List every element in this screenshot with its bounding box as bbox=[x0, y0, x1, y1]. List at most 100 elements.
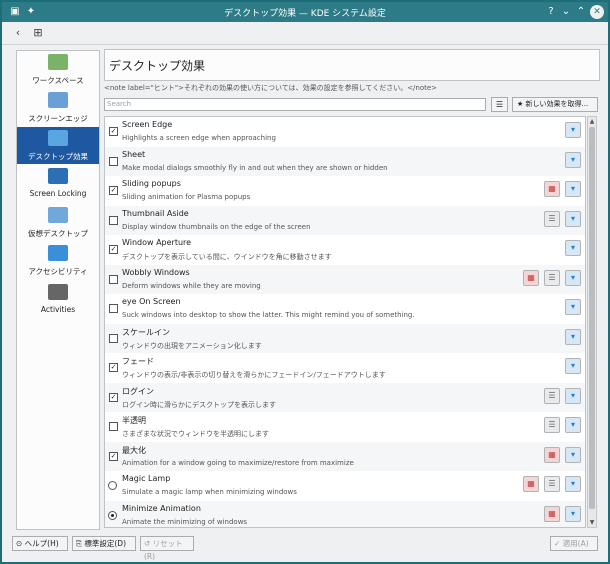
hint-note: <note label="ヒント">それぞれの効果の使い方については、効果の設定… bbox=[104, 84, 438, 92]
minimize-icon[interactable]: ⌄ bbox=[559, 5, 573, 19]
configure-icon[interactable]: ☰ bbox=[544, 269, 560, 286]
effect-checkbox[interactable] bbox=[109, 156, 118, 166]
about-icon[interactable]: ▾ bbox=[565, 358, 581, 374]
configure-icon[interactable]: ☰ bbox=[544, 210, 560, 227]
effect-checkbox[interactable] bbox=[109, 422, 118, 431]
effect-row: スケールインウィンドウの出現をアニメーション化します ▾ bbox=[105, 323, 585, 353]
settings-window: ▣ ✦ デスクトップ効果 — KDE システム設定 ? ⌄ ⌃ ✕ ‹ ⊞ ワー… bbox=[0, 0, 610, 564]
video-icon[interactable]: ▦ bbox=[544, 181, 560, 197]
effect-row: ✓ 最大化 Animation for a window going to maxi… bbox=[105, 441, 585, 471]
defaults-button[interactable]: ⎘ 標準設定(D) bbox=[72, 536, 136, 551]
sidebar-item[interactable]: ワークスペース bbox=[17, 51, 99, 88]
effect-checkbox[interactable]: ✓ bbox=[109, 392, 118, 402]
reset-button[interactable]: ↺ リセット(R) bbox=[140, 536, 194, 561]
effect-checkbox[interactable] bbox=[109, 304, 118, 313]
video-icon[interactable]: ▦ bbox=[544, 446, 560, 463]
sidebar-item[interactable]: スクリーンエッジ bbox=[17, 89, 99, 126]
configure-icon[interactable]: ☰ bbox=[544, 476, 560, 492]
effect-row: ✓ Screen Edge Highlights a screen edge whe… bbox=[105, 117, 585, 146]
sidebar: ワークスペース スクリーンエッジデスクトップ効果 Screen Locking 仮想デ… bbox=[16, 50, 100, 530]
about-icon[interactable]: ▾ bbox=[565, 151, 581, 168]
effect-description: ログイン時に滑らかにデスクトップを表示します bbox=[122, 400, 276, 409]
sidebar-item-label: ワークスペース bbox=[32, 76, 84, 85]
scroll-thumb[interactable] bbox=[589, 127, 595, 509]
video-icon[interactable]: ▦ bbox=[523, 269, 539, 286]
maximize-icon[interactable]: ⌃ bbox=[574, 5, 588, 19]
window-title: デスクトップ効果 — KDE システム設定 bbox=[224, 9, 386, 19]
effect-checkbox[interactable]: ✓ bbox=[109, 186, 118, 195]
about-icon[interactable]: ▾ bbox=[565, 446, 581, 463]
effect-name: フェード bbox=[122, 357, 154, 366]
sidebar-item-label: アクセシビリティ bbox=[28, 267, 88, 276]
effect-checkbox[interactable] bbox=[109, 274, 118, 284]
about-icon[interactable]: ▾ bbox=[565, 269, 581, 286]
sidebar-item[interactable]: Activities bbox=[17, 281, 99, 318]
effect-row: Thumbnail Aside Display window thumbnails… bbox=[105, 205, 585, 235]
effect-description: ウィンドウの出現をアニメーション化します bbox=[122, 341, 262, 350]
effect-checkbox[interactable]: ✓ bbox=[109, 363, 118, 372]
effect-description: Sliding animation for Plasma popups bbox=[122, 193, 251, 201]
apply-button[interactable]: ✓ 適用(A) bbox=[550, 536, 598, 551]
sidebar-item[interactable]: デスクトップ効果 bbox=[17, 127, 99, 164]
close-icon[interactable]: ✕ bbox=[590, 5, 604, 19]
sidebar-item[interactable]: 仮想デスクトップ bbox=[17, 204, 99, 241]
about-icon[interactable]: ▾ bbox=[565, 387, 581, 404]
effect-checkbox[interactable] bbox=[109, 215, 118, 225]
sidebar-item-label: Screen Locking bbox=[29, 189, 87, 198]
effect-name: Thumbnail Aside bbox=[122, 208, 189, 218]
about-icon[interactable]: ▾ bbox=[565, 181, 581, 197]
bottom-bar: ⊙ ヘルプ(H) ⎘ 標準設定(D) ↺ リセット(R) ✓ 適用(A) bbox=[2, 532, 608, 561]
sidebar-item-label: スクリーンエッジ bbox=[28, 114, 88, 123]
effect-checkbox[interactable]: ✓ bbox=[109, 451, 118, 461]
toolbar: ‹ ⊞ bbox=[2, 22, 608, 45]
effect-description: さまざまな状況でウィンドウを半透明にします bbox=[122, 430, 269, 438]
effect-description: Make modal dialogs smoothly fly in and o… bbox=[122, 163, 388, 172]
effect-checkbox[interactable]: ✓ bbox=[109, 245, 118, 254]
help-icon[interactable]: ? bbox=[544, 5, 558, 19]
filter-menu-button[interactable]: ☰ bbox=[491, 97, 508, 112]
title-bar: ▣ ✦ デスクトップ効果 — KDE システム設定 ? ⌄ ⌃ ✕ bbox=[2, 2, 608, 22]
effect-name: Sliding popups bbox=[122, 179, 181, 188]
configure-icon[interactable]: ☰ bbox=[544, 387, 560, 404]
effect-row: Minimize Animation Animate the minimizing… bbox=[105, 500, 585, 527]
video-icon[interactable]: ▦ bbox=[544, 505, 560, 522]
scrollbar[interactable]: ▲ ▼ bbox=[587, 116, 597, 528]
effect-name: スケールイン bbox=[122, 327, 170, 337]
effect-checkbox[interactable]: ✓ bbox=[109, 127, 118, 136]
effect-row: ✓ Window Aperture デスクトップを表示している間に、ウインドウを角に… bbox=[105, 235, 585, 264]
effect-description: Simulate a magic lamp when minimizing wi… bbox=[122, 488, 297, 496]
effect-name: Wobbly Windows bbox=[122, 267, 190, 277]
overview-icon[interactable]: ⊞ bbox=[30, 25, 46, 41]
back-icon[interactable]: ‹ bbox=[10, 25, 26, 41]
search-placeholder: Search bbox=[107, 100, 132, 108]
effect-name: eye On Screen bbox=[122, 297, 181, 306]
about-icon[interactable]: ▾ bbox=[565, 240, 581, 256]
effect-radio[interactable] bbox=[108, 481, 117, 490]
activities-icon bbox=[48, 284, 68, 300]
effect-name: Screen Edge bbox=[122, 120, 173, 129]
help-button[interactable]: ⊙ ヘルプ(H) bbox=[12, 536, 68, 551]
effect-row: ✓ Sliding popups Sliding animation for Pla… bbox=[105, 176, 585, 205]
sidebar-item[interactable]: Screen Locking bbox=[17, 165, 99, 202]
sidebar-item-label: Activities bbox=[40, 305, 76, 314]
effect-radio[interactable] bbox=[108, 510, 117, 520]
video-icon[interactable]: ▦ bbox=[523, 476, 539, 492]
scroll-down-icon[interactable]: ▼ bbox=[588, 518, 596, 527]
about-icon[interactable]: ▾ bbox=[565, 476, 581, 492]
get-new-effects-button[interactable]: ★ 新しい効果を取得... bbox=[512, 97, 598, 112]
about-icon[interactable]: ▾ bbox=[565, 299, 581, 315]
configure-icon[interactable]: ☰ bbox=[544, 417, 560, 433]
accessibility-icon bbox=[48, 245, 68, 261]
effect-checkbox[interactable] bbox=[109, 333, 118, 343]
sidebar-item[interactable]: アクセシビリティ bbox=[17, 242, 99, 279]
about-icon[interactable]: ▾ bbox=[565, 210, 581, 227]
about-icon[interactable]: ▾ bbox=[565, 328, 581, 345]
effect-row: ✓ フェード ウィンドウの表示/非表示の切り替えを滑らかにフェードイン/フェードアウ… bbox=[105, 353, 585, 382]
effects-list: ✓ Screen Edge Highlights a screen edge whe… bbox=[104, 116, 586, 528]
about-icon[interactable]: ▾ bbox=[565, 505, 581, 522]
scroll-up-icon[interactable]: ▲ bbox=[588, 117, 596, 126]
search-input[interactable]: Search bbox=[104, 98, 486, 111]
about-icon[interactable]: ▾ bbox=[565, 122, 581, 138]
effect-description: Deform windows while they are moving bbox=[122, 281, 261, 290]
about-icon[interactable]: ▾ bbox=[565, 417, 581, 433]
